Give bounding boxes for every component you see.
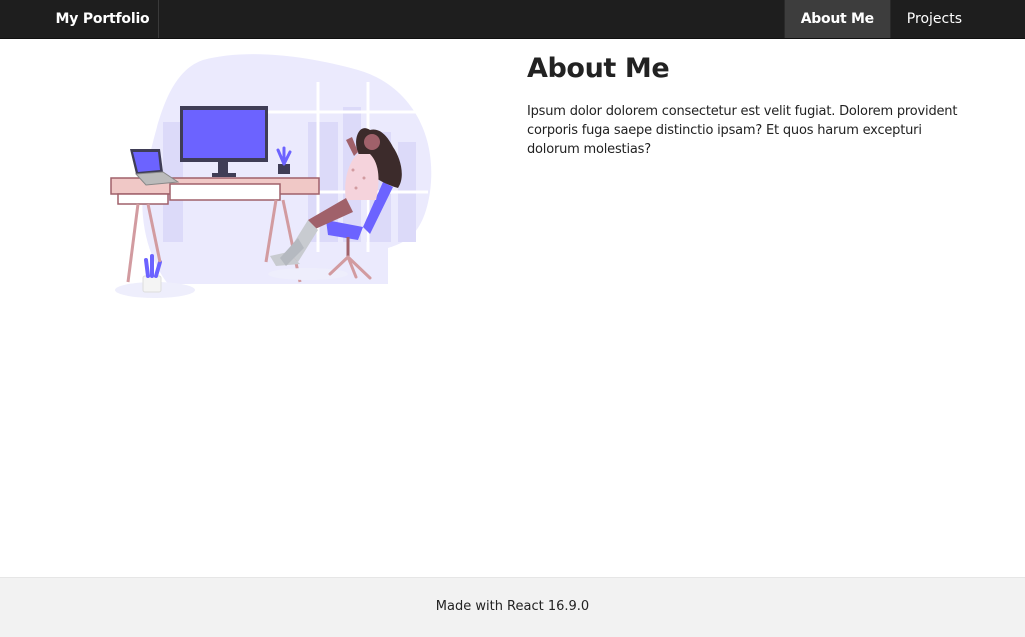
about-section: About Me Ipsum dolor dolorem consectetur…	[527, 52, 977, 159]
about-body: Ipsum dolor dolorem consectetur est veli…	[527, 104, 958, 157]
about-title: About Me	[527, 53, 670, 84]
nav-item-about-me[interactable]: About Me	[783, 0, 891, 38]
top-navbar: My Portfolio About Me Projects	[0, 0, 1025, 39]
working-from-home-illustration	[108, 52, 438, 304]
nav-item-projects[interactable]: Projects	[891, 0, 978, 38]
footer: Made with React 16.9.0	[0, 577, 1025, 637]
footer-text: Made with React 16.9.0	[435, 599, 590, 614]
nav-menu: About Me Projects	[783, 0, 978, 38]
page: My Portfolio About Me Projects About Me …	[0, 0, 1025, 637]
brand-link[interactable]: My Portfolio	[47, 0, 159, 38]
